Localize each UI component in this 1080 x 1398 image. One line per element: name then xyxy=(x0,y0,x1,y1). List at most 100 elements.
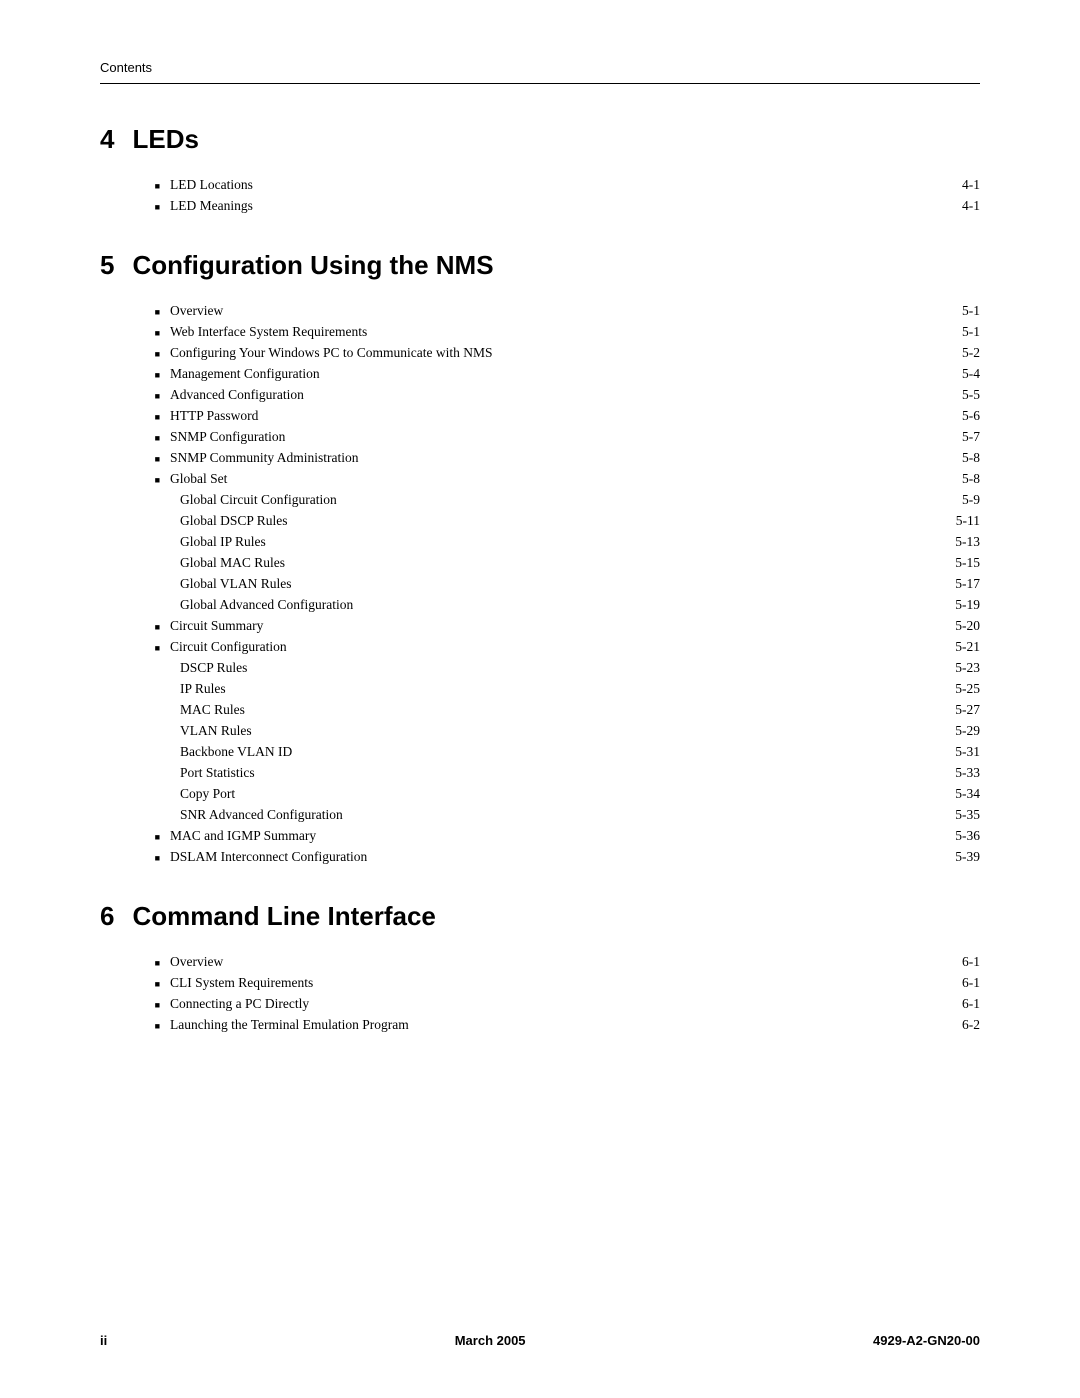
toc-item-label: DSLAM Interconnect Configuration xyxy=(170,849,367,865)
toc-items-ch4: ■LED Locations4-1■LED Meanings4-1 xyxy=(160,177,980,214)
toc-dots xyxy=(371,857,936,858)
header-bar: Contents xyxy=(100,60,980,84)
list-item: ■Circuit Summary5-20 xyxy=(160,618,980,634)
bullet-icon: ■ xyxy=(140,475,160,485)
list-item: ■LED Meanings4-1 xyxy=(160,198,980,214)
list-item: IP Rules5-25 xyxy=(180,681,980,697)
bullet-icon: ■ xyxy=(140,391,160,401)
list-item: DSCP Rules5-23 xyxy=(180,660,980,676)
list-item: Backbone VLAN ID 5-31 xyxy=(180,744,980,760)
toc-item-label: LED Meanings xyxy=(170,198,253,214)
toc-page-number: 5-17 xyxy=(940,576,980,592)
list-item: Global VLAN Rules5-17 xyxy=(180,576,980,592)
toc-dots xyxy=(289,437,936,438)
list-item: ■Overview6-1 xyxy=(160,954,980,970)
list-item: ■DSLAM Interconnect Configuration5-39 xyxy=(160,849,980,865)
toc-dots xyxy=(496,353,936,354)
toc-sub-item-label: VLAN Rules xyxy=(180,723,252,739)
toc-dots xyxy=(324,374,936,375)
toc-page-number: 5-4 xyxy=(940,366,980,382)
list-item: Global MAC Rules5-15 xyxy=(180,555,980,571)
toc-page-number: 4-1 xyxy=(940,198,980,214)
toc-item-label: SNMP Configuration xyxy=(170,429,285,445)
toc-page-number: 5-36 xyxy=(940,828,980,844)
toc-section-ch4: 4LEDs ■LED Locations4-1■ LED Meanings 4-1 xyxy=(100,124,980,214)
toc-page-number: 5-35 xyxy=(940,807,980,823)
toc-section-ch6: 6Command Line Interface■Overview6-1■CLI … xyxy=(100,901,980,1033)
toc-item-label: Connecting a PC Directly xyxy=(170,996,309,1012)
toc-dots xyxy=(231,479,936,480)
list-item: ■Connecting a PC Directly6-1 xyxy=(160,996,980,1012)
toc-item-label: HTTP Password xyxy=(170,408,258,424)
toc-dots xyxy=(413,1025,936,1026)
chapter-name: Configuration Using the NMS xyxy=(132,250,493,280)
list-item: MAC Rules5-27 xyxy=(180,702,980,718)
toc-item-label: Management Configuration xyxy=(170,366,320,382)
toc-dots xyxy=(257,206,936,207)
toc-page-number: 5-19 xyxy=(940,597,980,613)
toc-sub-item-label: Port Statistics xyxy=(180,765,255,781)
toc-sub-item-label: Copy Port xyxy=(180,786,235,802)
list-item: ■Management Configuration5-4 xyxy=(160,366,980,382)
list-item: ■Configuring Your Windows PC to Communic… xyxy=(160,345,980,361)
toc-sub-item-label: Global Advanced Configuration xyxy=(180,597,353,613)
bullet-icon: ■ xyxy=(140,328,160,338)
toc-page-number: 5-20 xyxy=(940,618,980,634)
page: Contents 4LEDs■LED Locations4-1■LED Mean… xyxy=(0,0,1080,1398)
toc-sub-item-label: MAC Rules xyxy=(180,702,245,718)
list-item: ■Launching the Terminal Emulation Progra… xyxy=(160,1017,980,1033)
toc-page-number: 5-39 xyxy=(940,849,980,865)
toc-item-label: Global Set xyxy=(170,471,227,487)
chapter-title-ch4: 4LEDs xyxy=(100,124,980,155)
toc-page-number: 5-11 xyxy=(940,513,980,529)
bullet-icon: ■ xyxy=(140,412,160,422)
toc-dots xyxy=(320,836,936,837)
toc-page-number: 5-7 xyxy=(940,429,980,445)
bullet-icon: ■ xyxy=(140,349,160,359)
list-item: ■Advanced Configuration5-5 xyxy=(160,387,980,403)
list-item: ■Circuit Configuration5-21 xyxy=(160,639,980,655)
toc-dots xyxy=(227,311,936,312)
toc-item-label: CLI System Requirements xyxy=(170,975,313,991)
toc-page-number: 5-5 xyxy=(940,387,980,403)
toc-item-label: Launching the Terminal Emulation Program xyxy=(170,1017,409,1033)
toc-dots xyxy=(313,1004,936,1005)
list-item: ■LED Locations4-1 xyxy=(160,177,980,193)
toc-dots xyxy=(262,416,936,417)
list-item: Port Statistics 5-33 xyxy=(180,765,980,781)
toc-sub-item-label: Backbone VLAN ID xyxy=(180,744,292,760)
toc-item-label: Configuring Your Windows PC to Communica… xyxy=(170,345,492,361)
bullet-icon: ■ xyxy=(140,202,160,212)
bullet-icon: ■ xyxy=(140,1000,160,1010)
bullet-icon: ■ xyxy=(140,454,160,464)
list-item: Global Advanced Configuration 5-19 xyxy=(180,597,980,613)
toc-page-number: 5-29 xyxy=(940,723,980,739)
toc-item-label: Overview xyxy=(170,954,223,970)
toc-sub-item-label: Global DSCP Rules xyxy=(180,513,288,529)
toc-page-number: 5-31 xyxy=(940,744,980,760)
toc-items-ch6: ■Overview6-1■CLI System Requirements6-1■… xyxy=(160,954,980,1033)
toc-page-number: 5-23 xyxy=(940,660,980,676)
toc-page-number: 5-33 xyxy=(940,765,980,781)
footer-left: ii xyxy=(100,1333,107,1348)
list-item: ■SNMP Community Administration5-8 xyxy=(160,450,980,466)
toc-sub-item-label: Global Circuit Configuration xyxy=(180,492,337,508)
header-label: Contents xyxy=(100,60,152,75)
bullet-icon: ■ xyxy=(140,832,160,842)
toc-dots xyxy=(291,647,936,648)
toc-item-label: SNMP Community Administration xyxy=(170,450,359,466)
toc-dots xyxy=(371,332,936,333)
toc-sub-item-label: Global IP Rules xyxy=(180,534,266,550)
chapter-title-ch5: 5 Configuration Using the NMS xyxy=(100,250,980,281)
toc-page-number: 6-1 xyxy=(940,975,980,991)
toc-page-number: 5-1 xyxy=(940,324,980,340)
toc-item-label: Circuit Summary xyxy=(170,618,263,634)
toc-page-number: 4-1 xyxy=(940,177,980,193)
chapter-number: 5 xyxy=(100,250,114,280)
toc-dots xyxy=(363,458,936,459)
toc-item-label: Circuit Configuration xyxy=(170,639,287,655)
bullet-icon: ■ xyxy=(140,307,160,317)
toc-page-number: 5-6 xyxy=(940,408,980,424)
toc-section-ch5: 5 Configuration Using the NMS ■ Overview 5-1… xyxy=(100,250,980,865)
toc-item-label: Overview xyxy=(170,303,223,319)
